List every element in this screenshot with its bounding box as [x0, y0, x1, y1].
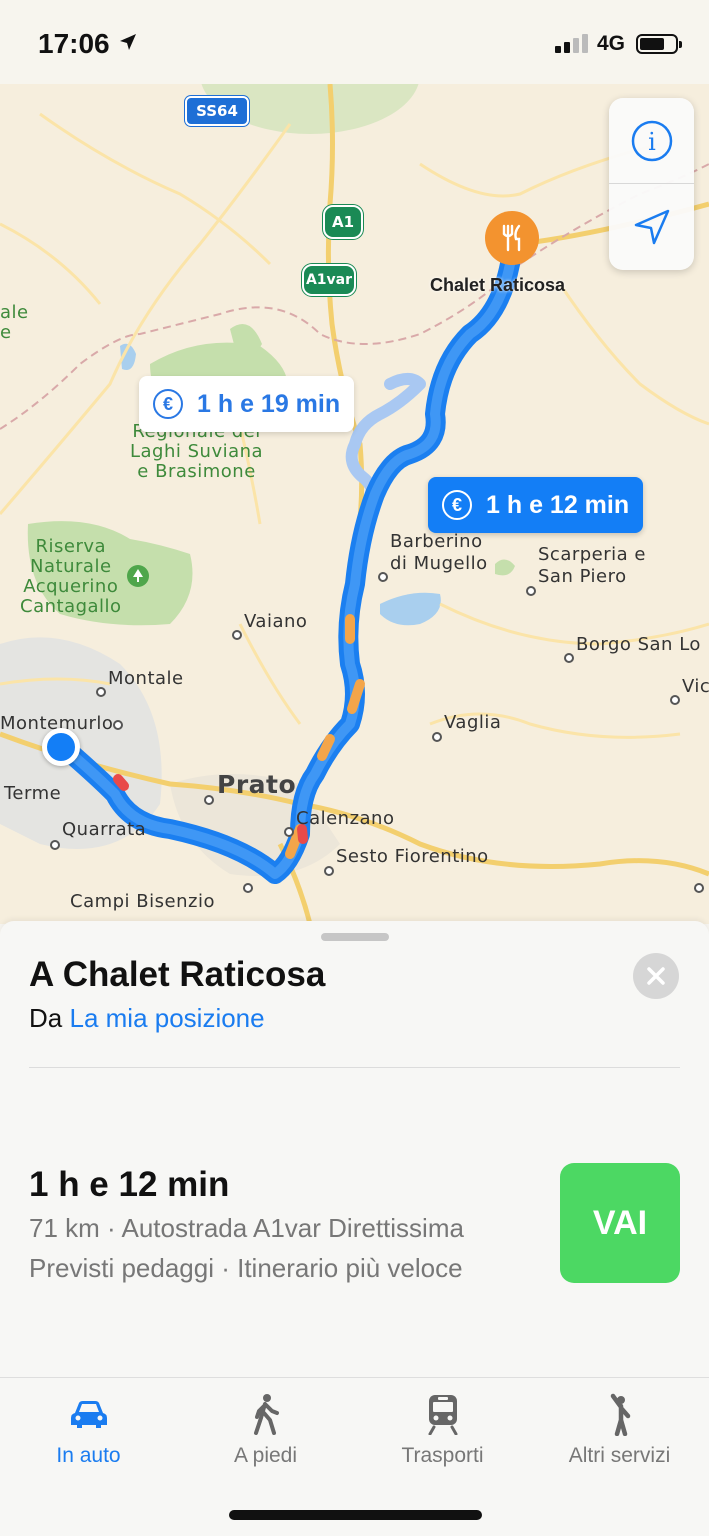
info-button[interactable]: i — [609, 98, 694, 184]
sheet-grabber[interactable] — [321, 933, 389, 941]
svg-text:i: i — [648, 128, 656, 156]
map-label-vic: Vic — [682, 676, 709, 697]
town-dot — [432, 732, 442, 742]
map-label-edge-left: ale e — [0, 302, 29, 343]
home-indicator[interactable] — [229, 1510, 482, 1520]
map-label-barberino: Barberino di Mugello — [390, 531, 488, 574]
route-duration[interactable]: 1 h e 12 min — [29, 1165, 229, 1205]
map-label-montale: Montale — [108, 668, 184, 689]
map-label-prato: Prato — [217, 770, 297, 799]
primary-route-bubble[interactable]: € 1 h e 12 min — [428, 477, 644, 533]
road-shield-a1var: A1var — [302, 264, 356, 296]
tab-label: Altri servizi — [568, 1444, 671, 1467]
town-dot — [694, 883, 704, 893]
walking-icon — [253, 1394, 279, 1435]
status-bar: 17:06 4G — [0, 0, 709, 84]
road-shield-ss64: SS64 — [185, 96, 249, 126]
map-label-park-acquerino: Riserva Naturale Acquerino Cantagallo — [20, 536, 122, 617]
train-icon — [428, 1395, 457, 1435]
town-dot — [243, 883, 253, 893]
toll-euro-icon: € — [442, 490, 472, 520]
town-dot — [50, 840, 60, 850]
map-label-quarrata: Quarrata — [62, 819, 147, 840]
town-dot — [284, 827, 294, 837]
route-toll-info: Previsti pedaggi · Itinerario più veloce — [29, 1253, 463, 1283]
network-type: 4G — [597, 32, 626, 55]
map-label-vaiano: Vaiano — [244, 611, 308, 632]
hailing-person-icon — [610, 1393, 630, 1436]
primary-route-time: 1 h e 12 min — [486, 490, 630, 519]
tracking-button[interactable] — [609, 184, 694, 270]
fork-knife-icon — [502, 224, 521, 252]
status-time: 17:06 — [38, 28, 110, 59]
map-controls: i — [609, 98, 694, 270]
close-icon — [647, 967, 665, 985]
current-location-dot[interactable] — [42, 728, 80, 766]
go-button[interactable]: VAI — [560, 1163, 680, 1283]
tab-transit[interactable]: Trasporti — [354, 1390, 531, 1480]
map-label-sesto: Sesto Fiorentino — [336, 846, 489, 867]
route-distance-road: 71 km · Autostrada A1var Direttissima — [29, 1213, 464, 1243]
location-arrow-icon — [120, 34, 136, 50]
battery-icon — [636, 34, 682, 54]
town-dot — [526, 586, 536, 596]
map-label-campi: Campi Bisenzio — [70, 891, 215, 912]
alternative-route-bubble[interactable]: € 1 h e 19 min — [139, 376, 355, 432]
destination-label[interactable]: Chalet Raticosa — [430, 275, 565, 296]
road-shield-a1: A1 — [323, 205, 363, 239]
park-tree-icon — [127, 565, 149, 587]
alternative-route-time: 1 h e 19 min — [197, 389, 341, 418]
tab-label: A piedi — [233, 1444, 298, 1467]
town-dot — [96, 687, 106, 697]
map-label-borgo: Borgo San Lo — [576, 634, 701, 655]
close-button[interactable] — [633, 953, 679, 999]
sheet-divider — [29, 1067, 680, 1068]
map-label-vaglia: Vaglia — [444, 712, 502, 733]
map-label-scarperia: Scarperia e San Piero — [538, 544, 646, 587]
tab-more-services[interactable]: Altri servizi — [531, 1390, 708, 1480]
map-view[interactable]: SS64 A1 A1var alee Regionale deiLaghi Su… — [0, 84, 709, 924]
location-arrow-icon — [634, 209, 669, 245]
restaurant-pin[interactable] — [485, 211, 539, 265]
toll-euro-icon: € — [153, 389, 183, 419]
origin-link[interactable]: La mia posizione — [69, 1003, 264, 1033]
map-label-terme: Terme — [4, 783, 62, 804]
town-dot — [204, 795, 214, 805]
town-dot — [670, 695, 680, 705]
car-icon — [70, 1401, 107, 1428]
tab-car[interactable]: In auto — [0, 1390, 177, 1480]
map-label-calenzano: Calenzano — [296, 808, 395, 829]
town-dot — [324, 866, 334, 876]
town-dot — [113, 720, 123, 730]
tab-label: Trasporti — [401, 1444, 484, 1467]
town-dot — [378, 572, 388, 582]
town-dot — [564, 653, 574, 663]
cellular-signal-icon — [555, 34, 588, 53]
destination-title: A Chalet Raticosa — [29, 955, 326, 994]
tab-walking[interactable]: A piedi — [177, 1390, 354, 1480]
origin-line: Da La mia posizione — [29, 1003, 265, 1034]
origin-prefix: Da — [29, 1003, 63, 1033]
tab-label: In auto — [56, 1444, 121, 1467]
town-dot — [232, 630, 242, 640]
info-icon: i — [631, 120, 672, 162]
